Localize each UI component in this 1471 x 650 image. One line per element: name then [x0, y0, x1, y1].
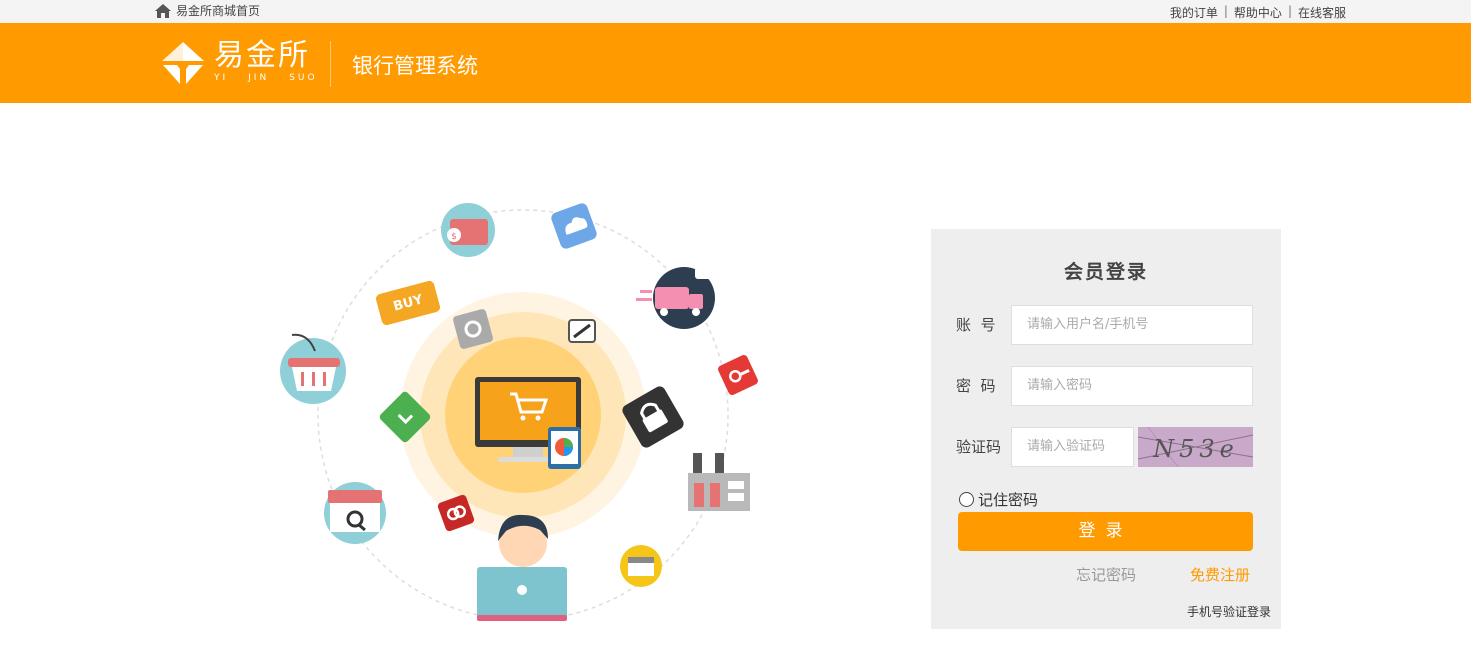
logo-icon: [162, 42, 204, 84]
account-label: 账 号: [956, 316, 996, 334]
ecommerce-illustration: $ BUY: [280, 203, 758, 621]
password-label: 密 码: [956, 377, 996, 395]
captcha-label: 验证码: [956, 438, 1002, 456]
system-title: 银行管理系统: [352, 54, 478, 78]
remember-label: 记住密码: [978, 491, 1039, 509]
account-input[interactable]: 请输入用户名/手机号: [1011, 305, 1253, 345]
package-box-icon: [620, 545, 662, 587]
key-icon: [718, 355, 758, 395]
wallet-icon: $: [441, 203, 495, 257]
buy-tag-icon: BUY: [376, 280, 440, 326]
separator: |: [1287, 4, 1292, 18]
separator: |: [1223, 4, 1228, 18]
captcha-input[interactable]: 请输入验证码: [1011, 427, 1134, 467]
register-link[interactable]: 免费注册: [1190, 564, 1250, 585]
tools-icon: [568, 319, 596, 343]
remember-radio[interactable]: [959, 492, 974, 507]
remember-password[interactable]: 记住密码: [959, 489, 1038, 510]
phone-login-link[interactable]: 手机号验证登录: [1187, 603, 1271, 620]
mall-home-label: 易金所商城首页: [176, 4, 261, 18]
svg-text:$: $: [451, 232, 457, 242]
logo-pinyin-suo: SUO: [289, 73, 318, 83]
shop-icon: [324, 482, 386, 544]
brand-header: 易金所 YI JIN SUO 银行管理系统: [0, 23, 1471, 103]
header-divider: [330, 41, 331, 87]
forgot-password-link[interactable]: 忘记密码: [1076, 564, 1136, 585]
logo-pinyin-yi: YI: [214, 73, 229, 83]
captcha-image[interactable]: N53e: [1138, 427, 1253, 467]
cloud-icon: [551, 203, 597, 249]
factory-icon: [688, 453, 750, 511]
logo-pinyin-jin: JIN: [248, 73, 270, 83]
delivery-truck-icon: [636, 267, 715, 329]
mall-home-link[interactable]: 易金所商城首页: [155, 2, 260, 19]
top-links: 我的订单 | 帮助中心 | 在线客服: [1170, 4, 1346, 21]
help-center-link[interactable]: 帮助中心: [1234, 4, 1282, 21]
logo-pinyin: YI JIN SUO: [214, 73, 318, 83]
basket-icon: [280, 333, 346, 404]
login-button[interactable]: 登录: [958, 512, 1253, 551]
my-orders-link[interactable]: 我的订单: [1170, 4, 1218, 21]
logo-chinese-name: 易金所: [214, 38, 310, 73]
password-input[interactable]: 请输入密码: [1011, 366, 1253, 406]
home-icon: [155, 3, 171, 18]
online-service-link[interactable]: 在线客服: [1298, 4, 1346, 21]
login-title: 会员登录: [1063, 261, 1148, 283]
logo[interactable]: 易金所 YI JIN SUO: [160, 40, 318, 86]
captcha-text: N53e: [1152, 435, 1239, 463]
login-panel: 会员登录 账 号 请输入用户名/手机号 密 码 请输入密码 验证码 请输入验证码…: [931, 229, 1281, 629]
top-utility-bar: 易金所商城首页 我的订单 | 帮助中心 | 在线客服: [0, 0, 1471, 23]
